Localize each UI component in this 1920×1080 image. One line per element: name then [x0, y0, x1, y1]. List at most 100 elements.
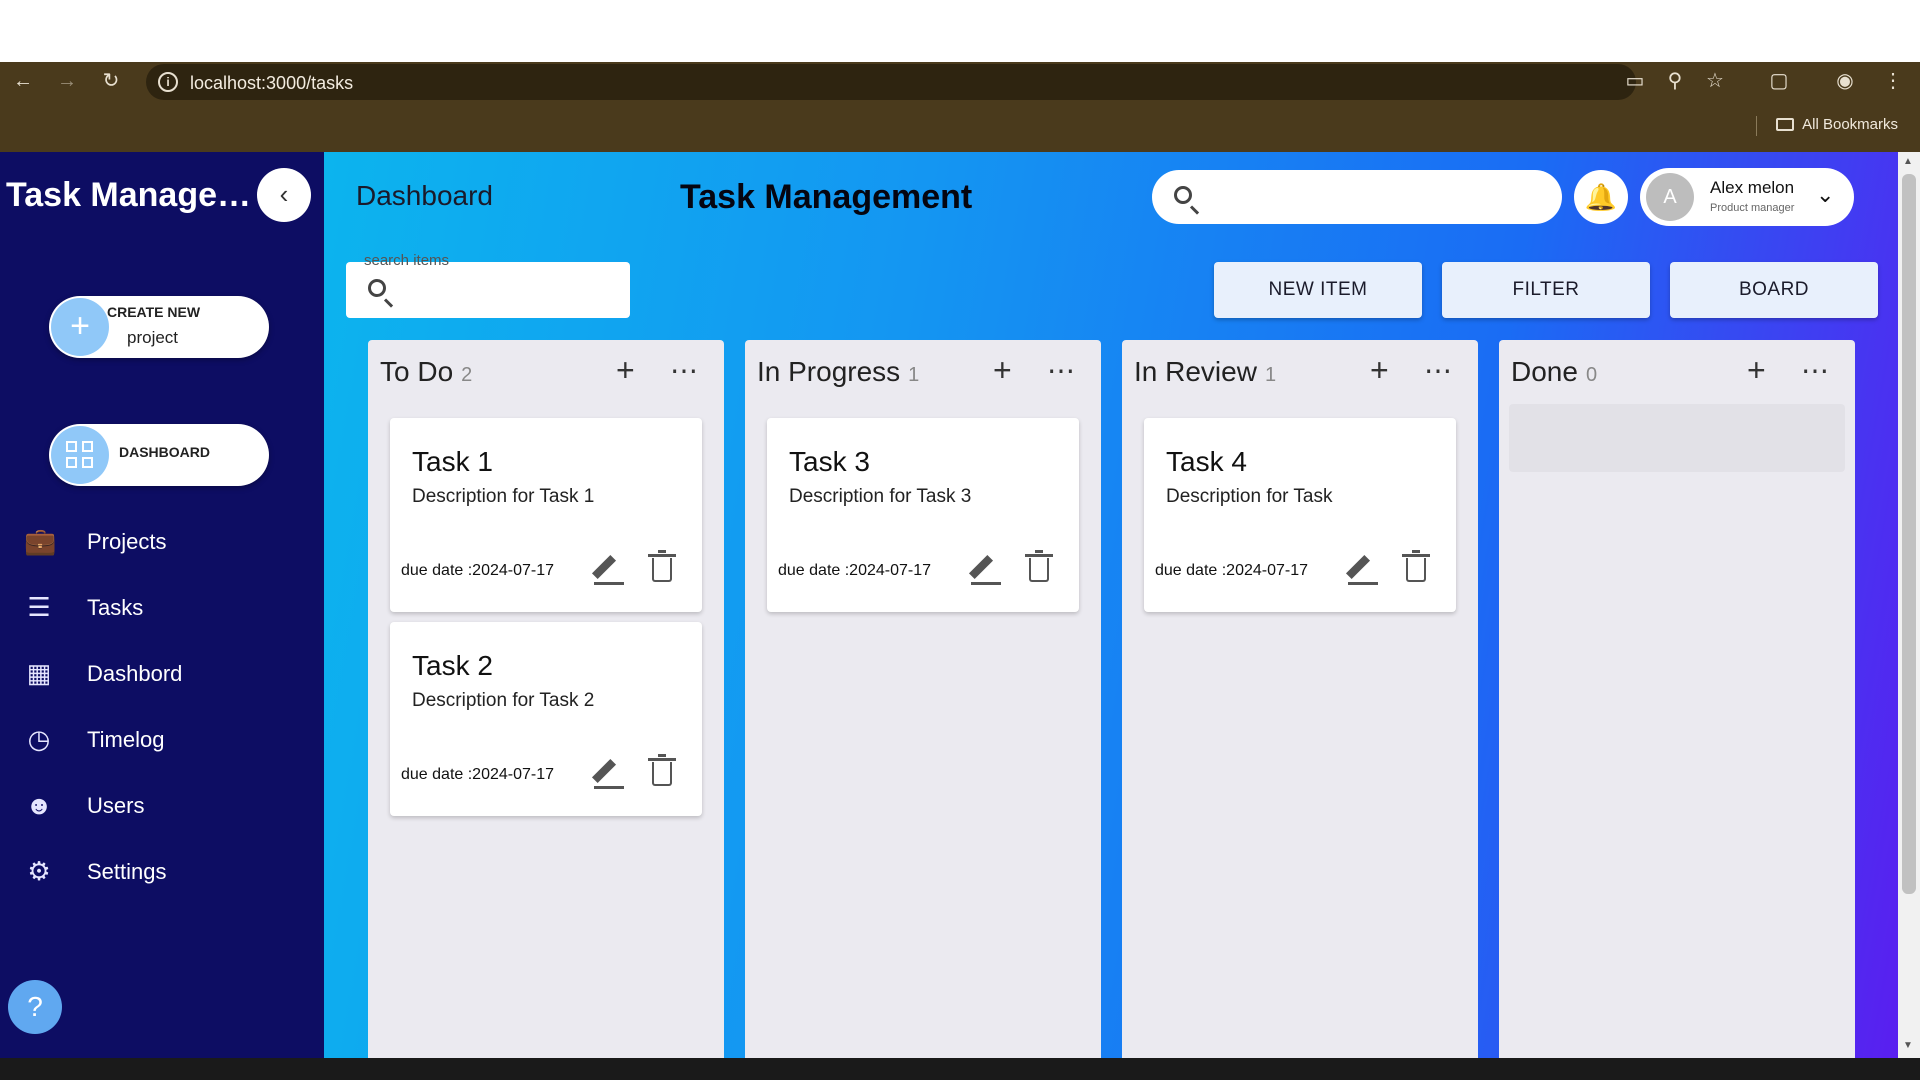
board-button[interactable]: BOARD: [1670, 262, 1878, 318]
add-card-icon[interactable]: +: [993, 352, 1012, 389]
column-title: Done: [1511, 356, 1578, 387]
sidebar-item-tasks[interactable]: ☰ Tasks: [0, 582, 324, 632]
users-icon: ☻: [25, 790, 53, 820]
card-due-date: due date :2024-07-17: [401, 562, 555, 579]
bookmarks-separator: [1756, 116, 1757, 136]
scrollbar[interactable]: ▲ ▼: [1898, 152, 1920, 1058]
breadcrumb[interactable]: Dashboard: [356, 180, 493, 212]
briefcase-icon: 💼: [24, 526, 57, 556]
more-options-icon[interactable]: ⋯: [1047, 354, 1076, 387]
zoom-icon[interactable]: ⚲: [1662, 68, 1688, 94]
add-card-icon[interactable]: +: [1747, 352, 1766, 389]
plus-icon: +: [51, 298, 109, 356]
column-count: 1: [908, 364, 920, 386]
column-count: 2: [461, 364, 473, 386]
card-title: Task 3: [789, 446, 870, 477]
edit-icon[interactable]: [591, 552, 624, 588]
task-card[interactable]: Task 2 Description for Task 2 due date :…: [390, 622, 702, 816]
delete-icon[interactable]: [648, 550, 676, 582]
sidebar-item-label: Projects: [87, 529, 167, 554]
chevron-down-icon: ⌄: [1816, 182, 1835, 207]
site-info-icon[interactable]: i: [158, 72, 178, 92]
card-due-date: due date :2024-07-17: [401, 766, 555, 783]
more-options-icon[interactable]: ⋯: [670, 354, 699, 387]
extensions-icon[interactable]: ▢: [1766, 68, 1792, 94]
profile-icon[interactable]: ◉: [1832, 68, 1858, 94]
more-options-icon[interactable]: ⋯: [1801, 354, 1830, 387]
create-project-button[interactable]: + CREATE NEW project: [49, 296, 269, 358]
column-header: To Do 2: [380, 356, 472, 388]
delete-icon[interactable]: [648, 754, 676, 786]
sidebar-item-dashbord[interactable]: ▦ Dashbord: [0, 648, 324, 698]
search-icon: [368, 279, 386, 297]
edit-icon[interactable]: [968, 552, 1001, 588]
empty-drop-zone[interactable]: [1509, 404, 1845, 472]
sidebar-item-label: Tasks: [87, 595, 144, 620]
app-window: ← → ↻ i localhost:3000/tasks ▭ ⚲ ☆ ▢ ◉ ⋮…: [0, 0, 1920, 1080]
add-card-icon[interactable]: +: [1370, 352, 1389, 389]
task-card[interactable]: Task 3 Description for Task 3 due date :…: [767, 418, 1079, 612]
sidebar-item-settings[interactable]: ⚙ Settings: [0, 846, 324, 896]
delete-icon[interactable]: [1025, 550, 1053, 582]
all-bookmarks[interactable]: All Bookmarks: [1776, 116, 1898, 133]
dashboard-pill-label: DASHBOARD: [119, 444, 210, 460]
task-card[interactable]: Task 4 Description for Task due date :20…: [1144, 418, 1456, 612]
notifications-button[interactable]: 🔔: [1574, 170, 1628, 224]
card-description: Description for Task: [1166, 486, 1333, 507]
sidebar-item-projects[interactable]: 💼 Projects: [0, 516, 324, 566]
sidebar-item-label: Settings: [87, 859, 167, 884]
browser-tabstrip: [0, 0, 1920, 62]
browser-menu-icon[interactable]: ⋮: [1880, 68, 1906, 94]
dashboard-pill-button[interactable]: DASHBOARD: [49, 424, 269, 486]
create-sub-label: project: [127, 328, 179, 347]
scroll-up-icon[interactable]: ▲: [1903, 156, 1913, 167]
sidebar-item-timelog[interactable]: ◷ Timelog: [0, 714, 324, 764]
card-description: Description for Task 1: [412, 486, 595, 507]
list-icon: ☰: [27, 592, 51, 622]
column-header: Done 0: [1511, 356, 1597, 388]
back-icon[interactable]: ←: [10, 68, 36, 94]
sidebar-item-label: Users: [87, 793, 145, 818]
avatar: A: [1646, 173, 1694, 221]
task-card[interactable]: Task 1 Description for Task 1 due date :…: [390, 418, 702, 612]
reload-icon[interactable]: ↻: [98, 68, 124, 94]
column-in-progress: In Progress 1 + ⋯ Task 3 Description for …: [745, 340, 1101, 1058]
global-search-input[interactable]: [1152, 170, 1562, 224]
scroll-thumb[interactable]: [1902, 174, 1916, 894]
timer-icon: ◷: [27, 724, 51, 754]
card-description: Description for Task 2: [412, 690, 595, 711]
bookmark-star-icon[interactable]: ☆: [1702, 68, 1728, 94]
help-button[interactable]: ?: [8, 980, 62, 1034]
forward-icon[interactable]: →: [54, 68, 80, 94]
column-count: 1: [1264, 364, 1277, 386]
more-options-icon[interactable]: ⋯: [1424, 354, 1453, 387]
column-in-review: In Review 1 + ⋯ Task 4 Description for Ta…: [1122, 340, 1478, 1058]
grid-icon: ▦: [26, 658, 52, 688]
delete-icon[interactable]: [1402, 550, 1430, 582]
install-app-icon[interactable]: ▭: [1622, 68, 1648, 94]
sidebar-item-label: Dashbord: [87, 661, 183, 686]
new-item-button[interactable]: NEW ITEM: [1214, 262, 1422, 318]
collapse-sidebar-button[interactable]: ‹: [257, 168, 311, 222]
edit-icon[interactable]: [1345, 552, 1378, 588]
dashboard-grid-icon: [51, 426, 109, 484]
card-title: Task 4: [1166, 446, 1247, 477]
column-header: In Progress 1: [757, 356, 919, 388]
user-role: Product manager: [1710, 202, 1795, 214]
search-icon: [1174, 186, 1192, 204]
main-content: Dashboard Task Management 🔔 A Alex melon…: [324, 152, 1900, 1058]
items-search-input[interactable]: [346, 262, 630, 318]
card-description: Description for Task 3: [789, 486, 972, 507]
filter-button[interactable]: FILTER: [1442, 262, 1650, 318]
scroll-down-icon[interactable]: ▼: [1903, 1040, 1913, 1051]
create-label: CREATE NEW: [107, 304, 201, 320]
sidebar-item-label: Timelog: [87, 727, 165, 752]
sidebar-item-users[interactable]: ☻ Users: [0, 780, 324, 830]
add-card-icon[interactable]: +: [616, 352, 635, 389]
card-title: Task 2: [412, 650, 493, 681]
user-name: Alex melon: [1710, 178, 1795, 197]
address-bar[interactable]: i localhost:3000/tasks: [146, 64, 1636, 100]
column-count: 0: [1585, 364, 1598, 386]
edit-icon[interactable]: [591, 756, 624, 792]
user-menu[interactable]: A Alex melon Product manager ⌄: [1640, 168, 1854, 226]
